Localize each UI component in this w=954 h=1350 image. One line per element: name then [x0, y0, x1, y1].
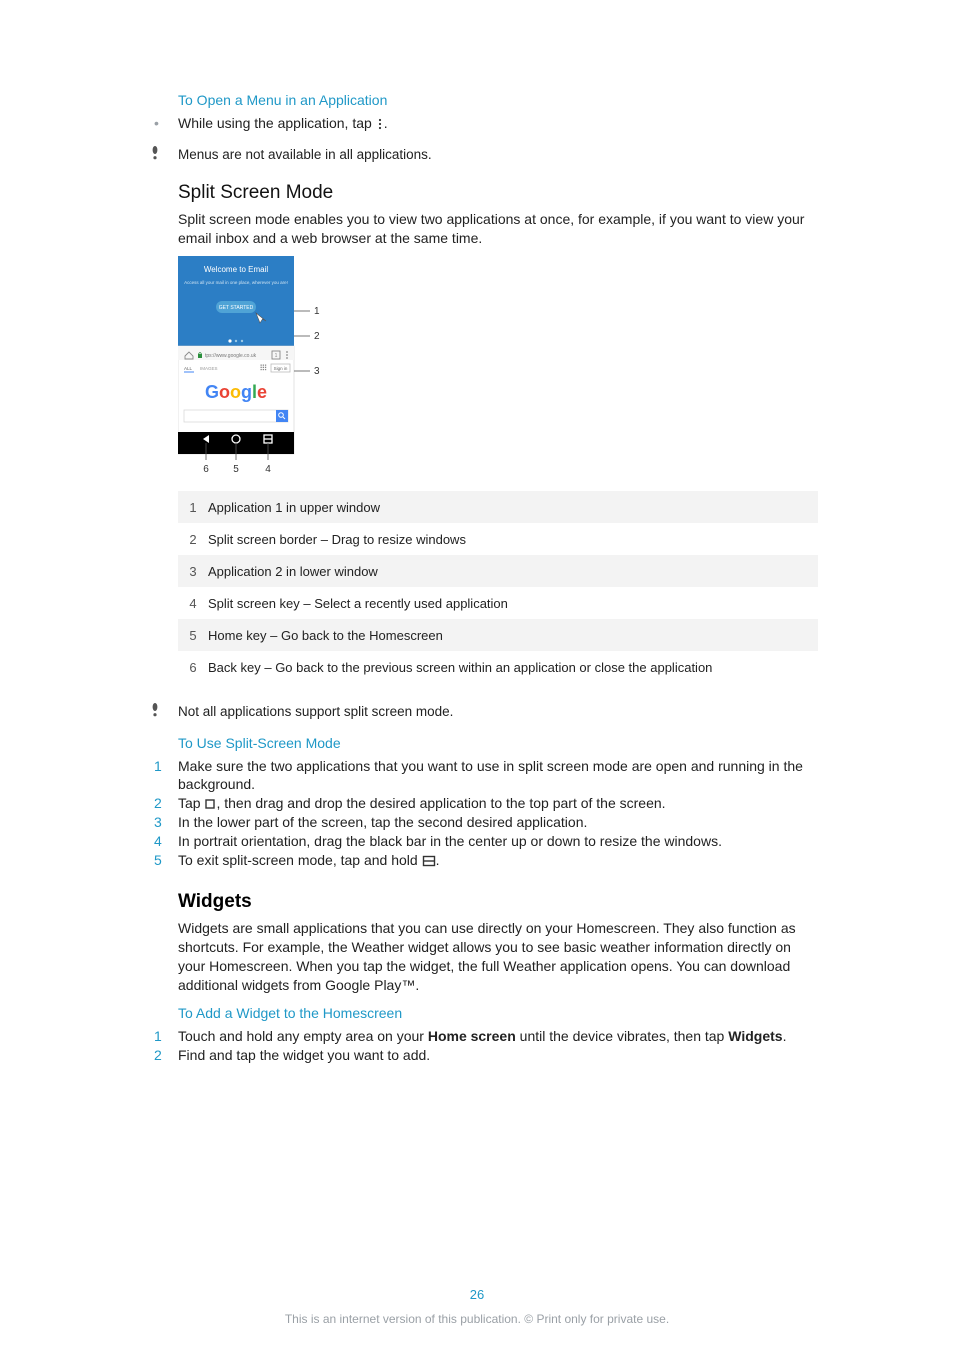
steps-use-split: 1 Make sure the two applications that yo…: [178, 757, 818, 869]
callout-desc: Application 1 in upper window: [208, 500, 380, 515]
bullet-pre: While using the application, tap: [178, 115, 376, 131]
callout-num: 3: [178, 564, 208, 579]
table-row: 1 Application 1 in upper window: [178, 491, 818, 523]
callout-num: 4: [178, 596, 208, 611]
step-text: To exit split-screen mode, tap and hold …: [178, 851, 439, 869]
table-row: 3 Application 2 in lower window: [178, 555, 818, 587]
callout-table: 1 Application 1 in upper window 2 Split …: [178, 491, 818, 683]
page-number: 26: [0, 1287, 954, 1302]
step-text: Tap , then drag and drop the desired app…: [178, 794, 666, 812]
callout-4: 4: [265, 464, 271, 475]
note-menus: Menus are not available in all applicati…: [178, 146, 818, 164]
footer-text: This is an internet version of this publ…: [0, 1312, 954, 1326]
illus-get-started: GET STARTED: [219, 305, 254, 311]
callout-num: 1: [178, 500, 208, 515]
step-frag: .: [783, 1028, 787, 1044]
step-bold: Widgets: [728, 1028, 782, 1044]
recent-apps-icon: [204, 794, 216, 812]
svg-text:1: 1: [275, 353, 278, 359]
illus-email-sub: Access all your mail in one place, where…: [184, 280, 288, 285]
step-frag: Touch and hold any empty area on your: [178, 1028, 428, 1044]
svg-text:Google: Google: [205, 382, 267, 402]
step-post: , then drag and drop the desired applica…: [216, 795, 665, 811]
table-row: 6 Back key – Go back to the previous scr…: [178, 651, 818, 683]
step: 2 Tap , then drag and drop the desired a…: [178, 794, 818, 812]
heading-use-split: To Use Split-Screen Mode: [178, 735, 818, 751]
bullet-post: .: [384, 115, 388, 131]
illus-tab-all: ALL: [184, 366, 193, 371]
step: 5 To exit split-screen mode, tap and hol…: [178, 851, 818, 869]
para-widgets: Widgets are small applications that you …: [178, 919, 818, 995]
callout-desc: Application 2 in lower window: [208, 564, 378, 579]
callout-num: 6: [178, 660, 208, 675]
more-vert-icon: [376, 114, 384, 132]
callout-3: 3: [314, 366, 320, 377]
page: To Open a Menu in an Application • While…: [0, 0, 954, 1350]
note-split: Not all applications support split scree…: [178, 703, 818, 721]
step-text: Make sure the two applications that you …: [178, 757, 818, 793]
illus-url: tps://www.google.co.uk: [205, 353, 257, 359]
callout-5: 5: [233, 464, 239, 475]
callout-desc: Back key – Go back to the previous scree…: [208, 660, 712, 675]
heading-widgets: Widgets: [178, 891, 818, 913]
callout-desc: Split screen key – Select a recently use…: [208, 596, 508, 611]
callout-desc: Home key – Go back to the Homescreen: [208, 628, 443, 643]
warning-icon: [150, 703, 178, 717]
step: 3 In the lower part of the screen, tap t…: [178, 813, 818, 831]
step: 1 Make sure the two applications that yo…: [178, 757, 818, 793]
step: 1 Touch and hold any empty area on your …: [178, 1027, 818, 1045]
step-number: 1: [154, 757, 178, 775]
illus-email-title: Welcome to Email: [204, 265, 269, 274]
step: 2 Find and tap the widget you want to ad…: [178, 1046, 818, 1064]
bullet-open-menu: • While using the application, tap .: [178, 114, 818, 132]
table-row: 2 Split screen border – Drag to resize w…: [178, 523, 818, 555]
heading-split-screen: Split Screen Mode: [178, 182, 818, 204]
illus-signin: Sign in: [274, 366, 288, 371]
step-text: In the lower part of the screen, tap the…: [178, 813, 587, 831]
step-number: 4: [154, 832, 178, 850]
note-text: Menus are not available in all applicati…: [178, 146, 432, 164]
callout-6: 6: [203, 464, 209, 475]
step-text: Find and tap the widget you want to add.: [178, 1046, 430, 1064]
step: 4 In portrait orientation, drag the blac…: [178, 832, 818, 850]
bullet-dot: •: [154, 114, 178, 132]
step-post: .: [436, 852, 440, 868]
step-text: Touch and hold any empty area on your Ho…: [178, 1027, 786, 1045]
step-text: In portrait orientation, drag the black …: [178, 832, 722, 850]
step-pre: To exit split-screen mode, tap and hold: [178, 852, 422, 868]
table-row: 4 Split screen key – Select a recently u…: [178, 587, 818, 619]
heading-open-menu: To Open a Menu in an Application: [178, 92, 818, 108]
para-split-screen: Split screen mode enables you to view tw…: [178, 210, 818, 248]
callout-num: 5: [178, 628, 208, 643]
step-bold: Home screen: [428, 1028, 516, 1044]
heading-add-widget: To Add a Widget to the Homescreen: [178, 1005, 818, 1021]
callout-1: 1: [314, 306, 320, 317]
callout-num: 2: [178, 532, 208, 547]
steps-add-widget: 1 Touch and hold any empty area on your …: [178, 1027, 818, 1064]
split-screen-illustration: Welcome to Email Access all your mail in…: [178, 256, 498, 483]
step-number: 2: [154, 1046, 178, 1064]
step-frag: until the device vibrates, then tap: [516, 1028, 728, 1044]
step-number: 3: [154, 813, 178, 831]
table-row: 5 Home key – Go back to the Homescreen: [178, 619, 818, 651]
step-pre: Tap: [178, 795, 204, 811]
bullet-text: While using the application, tap .: [178, 114, 388, 132]
split-screen-icon: [422, 851, 436, 869]
step-number: 1: [154, 1027, 178, 1045]
callout-desc: Split screen border – Drag to resize win…: [208, 532, 466, 547]
content-column: To Open a Menu in an Application • While…: [178, 92, 818, 1064]
warning-icon: [150, 146, 178, 160]
callout-2: 2: [314, 331, 320, 342]
step-number: 5: [154, 851, 178, 869]
step-number: 2: [154, 794, 178, 812]
note-text: Not all applications support split scree…: [178, 703, 453, 721]
illus-tab-images: IMAGES: [200, 366, 218, 371]
